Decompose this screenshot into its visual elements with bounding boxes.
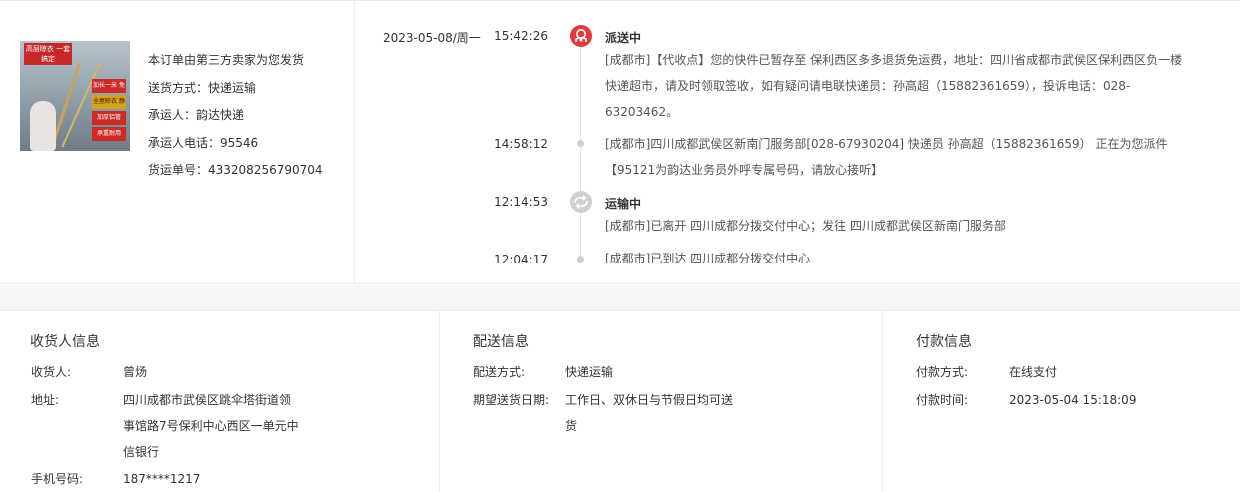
transit-icon — [570, 191, 592, 213]
delivery-date-line: 货 — [565, 419, 578, 433]
delivery-date-label: 期望送货日期: — [473, 393, 550, 407]
payment-method-label: 付款方式: — [916, 365, 969, 379]
event-status: 运输中 — [605, 197, 642, 211]
thumb-tag: 加长一米 免费增送 — [92, 79, 126, 103]
event-time: 12:04:17 — [494, 253, 548, 263]
receiver-address-line: 信银行 — [123, 445, 160, 459]
delivery-method-label: 配送方式: — [473, 365, 526, 379]
event-status: 派送中 — [605, 31, 642, 45]
receiver-name: 曾炀 — [123, 365, 148, 379]
seller-note: 本订单由第三方卖家为您发货 — [148, 53, 305, 67]
delivery-info: 配送信息 配送方式: 快递运输 期望送货日期: 工作日、双休日与节假日均可送 货 — [441, 311, 883, 492]
thumb-person — [30, 101, 56, 151]
order-tracking-card: 高层晾衣 一套搞定 加长一米 免费增送 全屋晾衣 静音滑轮 加厚铝管 承重耐用 … — [0, 0, 1240, 284]
payment-time: 2023-05-04 15:18:09 — [1009, 393, 1137, 407]
timeline-date: 2023-05-08/周一 — [383, 31, 481, 45]
carrier-phone: 承运人电话：95546 — [148, 135, 259, 150]
payment-info: 付款信息 付款方式: 在线支付 付款时间: 2023-05-04 15:18:0… — [884, 311, 1240, 492]
order-summary-pane: 高层晾衣 一套搞定 加长一米 免费增送 全屋晾衣 静音滑轮 加厚铝管 承重耐用 … — [0, 1, 355, 284]
receiver-address-label: 地址: — [31, 393, 60, 407]
thumb-tag: 加厚铝管 — [92, 111, 126, 125]
payment-method: 在线支付 — [1009, 365, 1058, 379]
delivery-date-row: 期望送货日期: 工作日、双休日与节假日均可送 货 — [473, 387, 873, 441]
delivery-method-row: 配送方式: 快递运输 — [473, 359, 873, 385]
payment-method-row: 付款方式: 在线支付 — [916, 359, 1226, 385]
payment-title: 付款信息 — [916, 334, 972, 350]
receiver-phone: 187****1217 — [123, 472, 201, 486]
event-text: [成都市]四川成都武侯区新南门服务部[028-67930204] 快递员 孙高超… — [605, 137, 1168, 177]
event-text: [成都市]【代收点】您的快件已暂存至 保利西区多多退货免运费，地址：四川省成都市… — [605, 53, 1183, 119]
delivery-date-line: 工作日、双休日与节假日均可送 — [565, 393, 734, 407]
receiver-title: 收货人信息 — [30, 334, 100, 350]
timeline-dot — [577, 140, 584, 147]
timeline-dot — [577, 256, 584, 263]
thumb-tag: 全屋晾衣 静音滑轮 — [92, 95, 126, 119]
receiver-address-row: 地址: 四川成都市武侯区跳伞塔街道领 事馆路7号保利中心西区一单元中 信银行 — [31, 387, 431, 467]
order-info-list: 本订单由第三方卖家为您发货 送货方式：快递运输 承运人：韵达快递 承运人电话：9… — [148, 47, 323, 185]
product-thumbnail[interactable]: 高层晾衣 一套搞定 加长一米 免费增送 全屋晾衣 静音滑轮 加厚铝管 承重耐用 — [20, 41, 130, 151]
event-text: [成都市]已到达 四川成都分拨交付中心 — [605, 252, 811, 263]
receiver-phone-label: 手机号码: — [31, 472, 84, 486]
receiver-address-line: 四川成都市武侯区跳伞塔街道领 — [123, 393, 292, 407]
tracking-number: 货运单号：433208256790704 — [148, 163, 323, 177]
delivery-icon — [570, 25, 592, 47]
carrier: 承运人：韵达快递 — [148, 108, 245, 122]
thumb-banner: 高层晾衣 一套搞定 — [24, 43, 72, 65]
payment-time-row: 付款时间: 2023-05-04 15:18:09 — [916, 387, 1226, 413]
section-gap — [0, 285, 1240, 310]
receiver-info: 收货人信息 收货人: 曾炀 地址: 四川成都市武侯区跳伞塔街道领 事馆路7号保利… — [0, 311, 440, 492]
event-time: 14:58:12 — [494, 137, 548, 151]
event-time: 12:14:53 — [494, 195, 548, 209]
event-time: 15:42:26 — [494, 29, 548, 43]
timeline-track — [580, 41, 581, 263]
delivery-method: 快递运输 — [565, 365, 614, 379]
payment-time-label: 付款时间: — [916, 393, 969, 407]
receiver-name-label: 收货人: — [31, 365, 72, 379]
delivery-title: 配送信息 — [473, 334, 529, 350]
order-details-section: 收货人信息 收货人: 曾炀 地址: 四川成都市武侯区跳伞塔街道领 事馆路7号保利… — [0, 310, 1240, 492]
thumb-tag: 承重耐用 — [92, 127, 126, 141]
logistics-timeline[interactable]: 2023-05-08/周一 15:42:26 派送中 [成都市]【代收点】您的快… — [356, 1, 1240, 263]
event-text: [成都市]已离开 四川成都分拨交付中心；发往 四川成都武侯区新南门服务部 — [605, 219, 1006, 233]
receiver-phone-row: 手机号码: 187****1217 — [31, 466, 431, 492]
receiver-name-row: 收货人: 曾炀 — [31, 359, 431, 385]
shipping-method: 送货方式：快递运输 — [148, 80, 257, 95]
receiver-address-line: 事馆路7号保利中心西区一单元中 — [123, 419, 299, 433]
